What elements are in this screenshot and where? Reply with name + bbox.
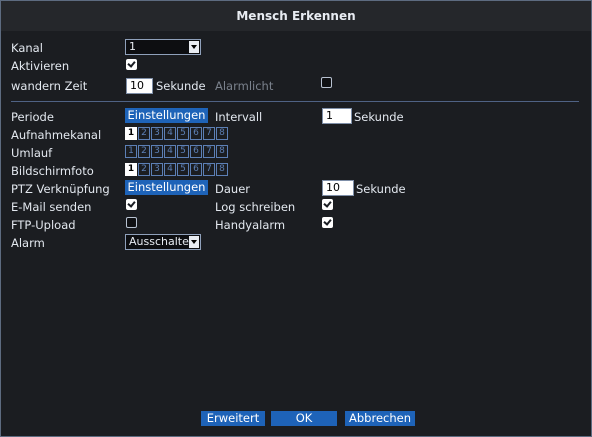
- bildschirmfoto-label: Bildschirmfoto: [11, 164, 94, 178]
- bildschirmfoto-channel-4[interactable]: 4: [164, 163, 176, 176]
- umlauf-channel-4[interactable]: 4: [164, 145, 176, 158]
- handyalarm-checkbox[interactable]: [322, 217, 333, 228]
- umlauf-channel-8[interactable]: 8: [216, 145, 228, 158]
- handyalarm-label: Handyalarm: [215, 218, 286, 232]
- dauer-input[interactable]: 10: [322, 180, 354, 196]
- aufnahmekanal-channel-5[interactable]: 5: [177, 127, 189, 140]
- ftp-label: FTP-Upload: [11, 218, 76, 232]
- ptz-label: PTZ Verknüpfung: [11, 182, 110, 196]
- dauer-label: Dauer: [215, 182, 250, 196]
- aktivieren-label: Aktivieren: [11, 59, 70, 73]
- alarmlicht-checkbox[interactable]: [321, 77, 332, 88]
- title-bar: Mensch Erkennen: [1, 1, 591, 31]
- periode-label: Periode: [11, 110, 54, 124]
- aufnahmekanal-channel-1[interactable]: 1: [125, 127, 137, 140]
- intervall-label: Intervall: [215, 110, 263, 124]
- umlauf-channel-3[interactable]: 3: [151, 145, 163, 158]
- intervall-unit: Sekunde: [354, 110, 404, 124]
- log-label: Log schreiben: [215, 200, 296, 214]
- email-label: E-Mail senden: [11, 200, 92, 214]
- periode-einstellungen-button[interactable]: Einstellungen: [125, 108, 208, 123]
- bildschirmfoto-channel-6[interactable]: 6: [190, 163, 202, 176]
- umlauf-channel-7[interactable]: 7: [203, 145, 215, 158]
- alarm-value: Ausschalte: [129, 235, 189, 248]
- umlauf-channels: 12345678: [125, 145, 229, 158]
- aufnahmekanal-channel-4[interactable]: 4: [164, 127, 176, 140]
- aufnahmekanal-channel-2[interactable]: 2: [138, 127, 150, 140]
- bildschirmfoto-channel-5[interactable]: 5: [177, 163, 189, 176]
- aktivieren-checkbox[interactable]: [126, 59, 137, 70]
- aufnahmekanal-label: Aufnahmekanal: [11, 128, 102, 142]
- umlauf-channel-1[interactable]: 1: [125, 145, 137, 158]
- alarm-select[interactable]: Ausschalte: [125, 234, 201, 250]
- aufnahmekanal-channel-8[interactable]: 8: [216, 127, 228, 140]
- bildschirmfoto-channel-7[interactable]: 7: [203, 163, 215, 176]
- erweitert-button[interactable]: Erweitert: [201, 411, 265, 426]
- alarmlicht-label: Alarmlicht: [215, 79, 274, 93]
- aufnahmekanal-channels: 12345678: [125, 127, 229, 140]
- umlauf-channel-2[interactable]: 2: [138, 145, 150, 158]
- alarm-label: Alarm: [11, 236, 45, 250]
- email-checkbox[interactable]: [126, 199, 137, 210]
- ok-button[interactable]: OK: [271, 411, 337, 426]
- bildschirmfoto-channels: 12345678: [125, 163, 229, 176]
- kanal-value: 1: [129, 40, 136, 53]
- umlauf-channel-6[interactable]: 6: [190, 145, 202, 158]
- chevron-down-icon: [189, 236, 199, 248]
- dauer-unit: Sekunde: [356, 182, 406, 196]
- bildschirmfoto-channel-8[interactable]: 8: [216, 163, 228, 176]
- ptz-einstellungen-button[interactable]: Einstellungen: [125, 180, 208, 195]
- bildschirmfoto-channel-2[interactable]: 2: [138, 163, 150, 176]
- aufnahmekanal-channel-6[interactable]: 6: [190, 127, 202, 140]
- dialog-title: Mensch Erkennen: [236, 9, 356, 23]
- umlauf-label: Umlauf: [11, 146, 53, 160]
- kanal-label: Kanal: [11, 41, 43, 55]
- wandern-zeit-label: wandern Zeit: [11, 79, 88, 93]
- chevron-down-icon: [189, 41, 199, 53]
- umlauf-channel-5[interactable]: 5: [177, 145, 189, 158]
- bildschirmfoto-channel-3[interactable]: 3: [151, 163, 163, 176]
- dialog-window: Mensch Erkennen Kanal 1 Aktivieren wande…: [0, 0, 592, 437]
- aufnahmekanal-channel-7[interactable]: 7: [203, 127, 215, 140]
- abbrechen-button[interactable]: Abbrechen: [345, 411, 415, 426]
- section-divider: [11, 101, 579, 102]
- wandern-zeit-input[interactable]: 10: [126, 78, 153, 94]
- ftp-checkbox[interactable]: [126, 217, 137, 228]
- wandern-zeit-unit: Sekunde: [156, 79, 206, 93]
- kanal-select[interactable]: 1: [125, 39, 201, 55]
- aufnahmekanal-channel-3[interactable]: 3: [151, 127, 163, 140]
- intervall-input[interactable]: 1: [322, 108, 352, 124]
- bildschirmfoto-channel-1[interactable]: 1: [125, 163, 137, 176]
- log-checkbox[interactable]: [322, 199, 333, 210]
